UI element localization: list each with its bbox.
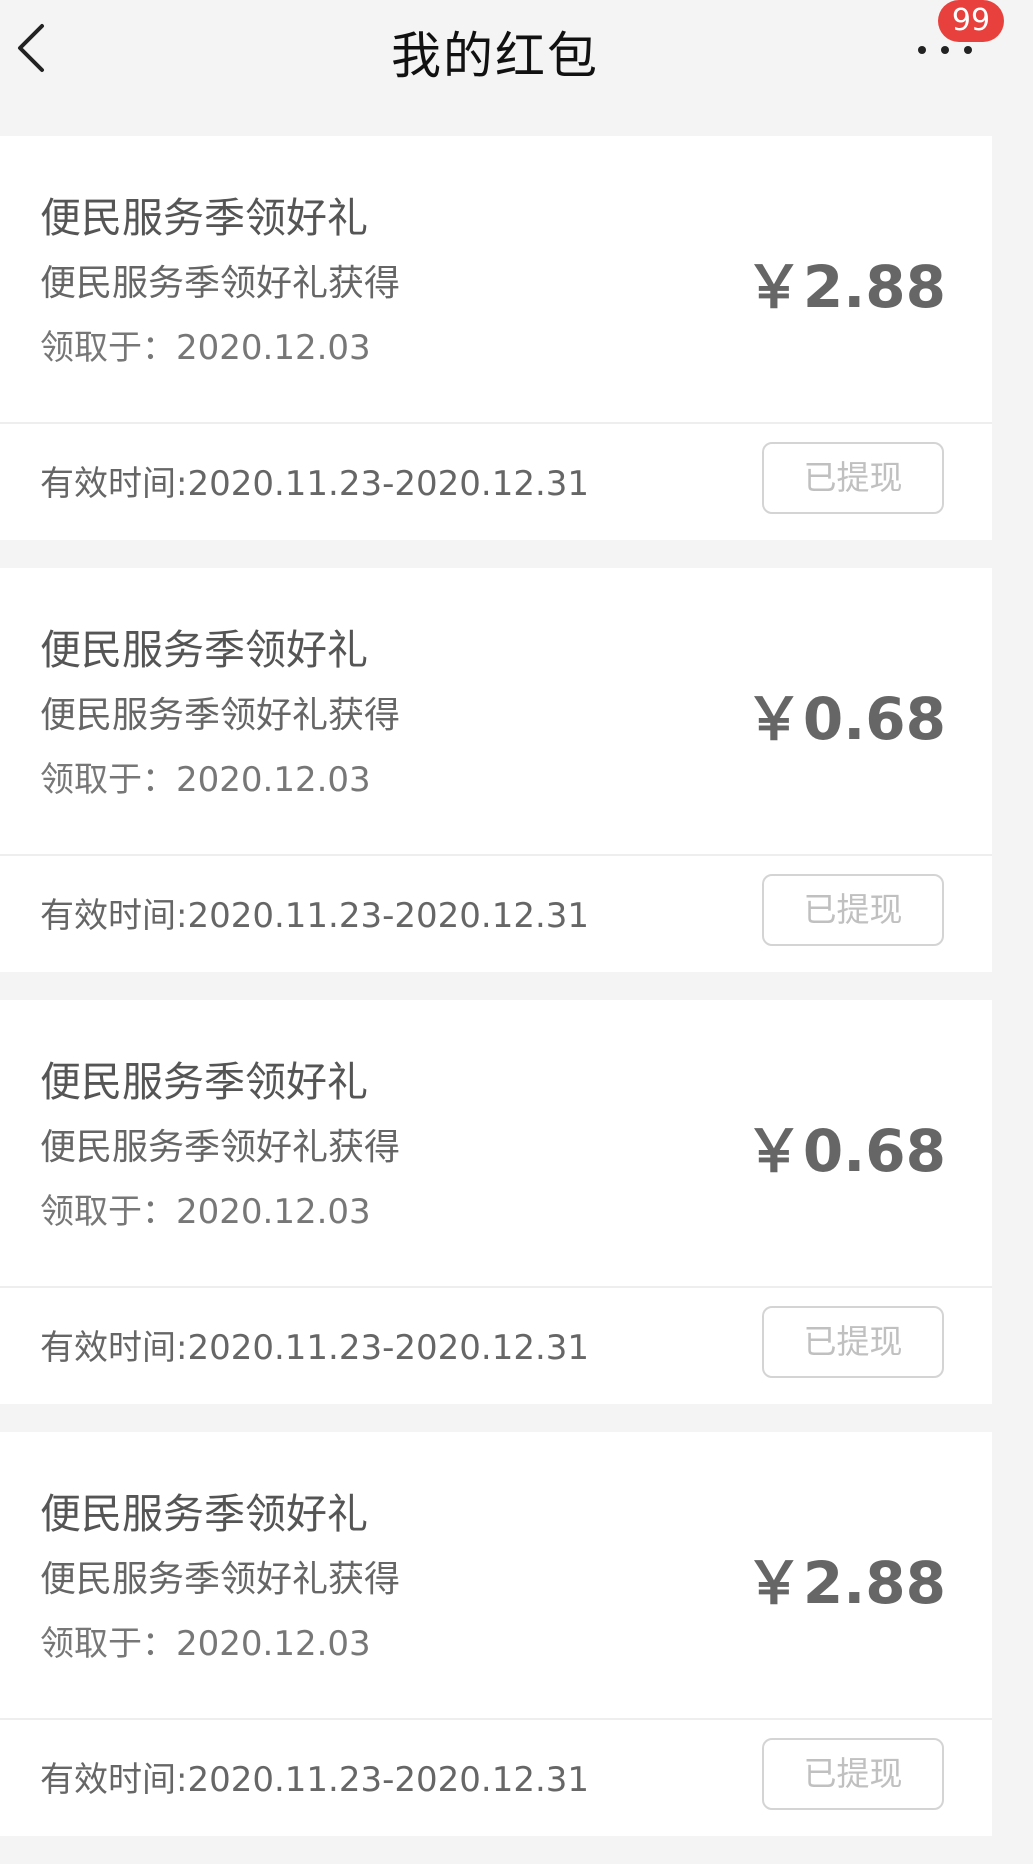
withdrawn-status-button[interactable]: 已提现 bbox=[762, 442, 944, 514]
card-title: 便民服务季领好礼 bbox=[40, 1058, 368, 1106]
card-amount: ￥0.68 bbox=[744, 1117, 946, 1185]
card-info[interactable]: 便民服务季领好礼 便民服务季领好礼获得 领取于：2020.12.03 ￥2.88 bbox=[0, 1432, 992, 1718]
card-validity: 有效时间:2020.11.23-2020.12.31 bbox=[40, 896, 590, 936]
card-title: 便民服务季领好礼 bbox=[40, 626, 368, 674]
red-packet-card: 便民服务季领好礼 便民服务季领好礼获得 领取于：2020.12.03 ￥2.88… bbox=[0, 136, 992, 540]
card-subtitle: 便民服务季领好礼获得 bbox=[40, 695, 401, 736]
card-received-date: 领取于：2020.12.03 bbox=[40, 1192, 371, 1232]
red-packet-card: 便民服务季领好礼 便民服务季领好礼获得 领取于：2020.12.03 ￥0.68… bbox=[0, 1000, 992, 1404]
card-info[interactable]: 便民服务季领好礼 便民服务季领好礼获得 领取于：2020.12.03 ￥2.88 bbox=[0, 136, 992, 422]
card-validity: 有效时间:2020.11.23-2020.12.31 bbox=[40, 1760, 590, 1800]
card-received-date: 领取于：2020.12.03 bbox=[40, 328, 371, 368]
card-divider bbox=[0, 1718, 992, 1720]
red-packet-card: 便民服务季领好礼 便民服务季领好礼获得 领取于：2020.12.03 ￥0.68… bbox=[0, 568, 992, 972]
card-subtitle: 便民服务季领好礼获得 bbox=[40, 1559, 401, 1600]
withdrawn-status-button[interactable]: 已提现 bbox=[762, 1306, 944, 1378]
card-title: 便民服务季领好礼 bbox=[40, 194, 368, 242]
card-amount: ￥2.88 bbox=[744, 253, 946, 321]
withdrawn-status-button[interactable]: 已提现 bbox=[762, 1738, 944, 1810]
card-info[interactable]: 便民服务季领好礼 便民服务季领好礼获得 领取于：2020.12.03 ￥0.68 bbox=[0, 568, 992, 854]
card-received-date: 领取于：2020.12.03 bbox=[40, 760, 371, 800]
red-packet-card: 便民服务季领好礼 便民服务季领好礼获得 领取于：2020.12.03 ￥2.88… bbox=[0, 1432, 992, 1836]
card-validity: 有效时间:2020.11.23-2020.12.31 bbox=[40, 1328, 590, 1368]
card-divider bbox=[0, 422, 992, 424]
withdrawn-status-button[interactable]: 已提现 bbox=[762, 874, 944, 946]
notification-badge: 99 bbox=[938, 0, 1004, 42]
page-title: 我的红包 bbox=[391, 27, 599, 85]
card-validity: 有效时间:2020.11.23-2020.12.31 bbox=[40, 464, 590, 504]
card-amount: ￥2.88 bbox=[744, 1549, 946, 1617]
app-header: 我的红包 99 bbox=[0, 0, 1033, 118]
card-info[interactable]: 便民服务季领好礼 便民服务季领好礼获得 领取于：2020.12.03 ￥0.68 bbox=[0, 1000, 992, 1286]
card-divider bbox=[0, 1286, 992, 1288]
card-amount: ￥0.68 bbox=[744, 685, 946, 753]
card-divider bbox=[0, 854, 992, 856]
red-packet-list: 便民服务季领好礼 便民服务季领好礼获得 领取于：2020.12.03 ￥2.88… bbox=[0, 136, 992, 1864]
card-subtitle: 便民服务季领好礼获得 bbox=[40, 263, 401, 304]
card-title: 便民服务季领好礼 bbox=[40, 1490, 368, 1538]
card-subtitle: 便民服务季领好礼获得 bbox=[40, 1127, 401, 1168]
card-received-date: 领取于：2020.12.03 bbox=[40, 1624, 371, 1664]
